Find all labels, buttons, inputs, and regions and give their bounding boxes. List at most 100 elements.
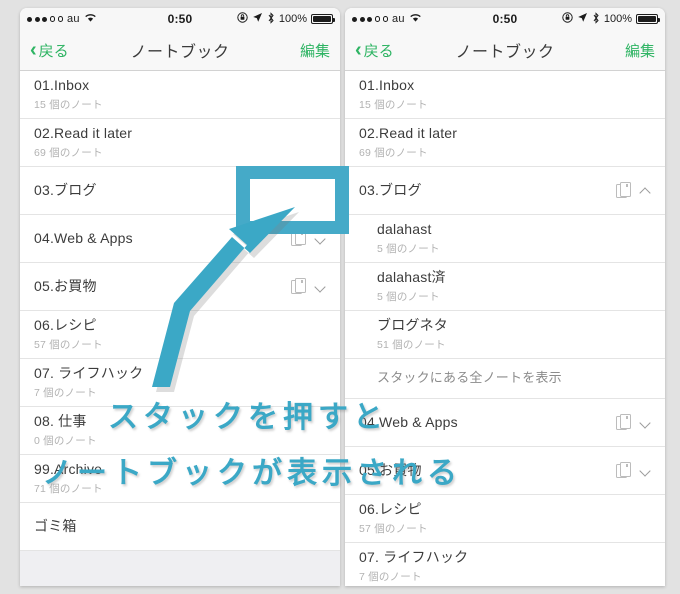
chevron-down-icon[interactable]	[640, 465, 651, 476]
notebook-list-left[interactable]: 01.Inbox 15 個のノート 02.Read it later 69 個のノート…	[20, 71, 340, 586]
list-item-subtitle: 15 個のノート	[359, 99, 428, 112]
bluetooth-icon	[267, 11, 275, 27]
chevron-up-icon[interactable]	[640, 185, 651, 196]
chevron-down-icon[interactable]	[315, 185, 326, 196]
trash-row[interactable]: ゴミ箱	[20, 503, 340, 551]
chevron-down-icon[interactable]	[315, 281, 326, 292]
list-item-title: 07. ライフハック	[359, 548, 469, 565]
list-item-subtitle: 5 個のノート	[377, 291, 440, 304]
notebook-row[interactable]: 08. 仕事 0 個のノート	[20, 407, 340, 455]
list-item-texts: 06.レシピ 57 個のノート	[359, 501, 651, 537]
stacked-pages-icon	[616, 414, 631, 431]
list-item-subtitle: 69 個のノート	[359, 147, 428, 160]
stack-row[interactable]: 05.お買物	[20, 263, 340, 311]
list-item-texts: 01.Inbox 15 個のノート	[359, 77, 651, 113]
list-item-title: dalahast済	[377, 268, 446, 285]
stack-toggle[interactable]	[283, 278, 326, 295]
edit-button[interactable]: 編集	[300, 40, 330, 61]
list-item-texts: ブログネタ 51 個のノート	[377, 317, 651, 353]
chevron-left-icon: ‹	[30, 39, 37, 61]
list-item-title: スタックにある全ノートを表示	[377, 370, 562, 386]
wifi-icon	[84, 12, 97, 26]
list-item-texts: 02.Read it later 69 個のノート	[34, 125, 326, 161]
list-item-texts: 99.Archive 71 個のノート	[34, 461, 326, 497]
list-item-texts: 04.Web & Apps	[359, 414, 608, 432]
list-item-title: 06.レシピ	[34, 316, 97, 333]
list-item-texts: 08. 仕事 0 個のノート	[34, 413, 326, 449]
stack-child-row[interactable]: dalahast済 5 個のノート	[345, 263, 665, 311]
battery-percent-label: 100%	[603, 13, 632, 25]
status-bar-right-group: 100%	[237, 11, 335, 27]
stacked-pages-icon	[291, 278, 306, 295]
screenshot-stage: au 0:50 100% ‹ 戻る ノートブック 編集 01.Inbox 15 …	[0, 0, 680, 594]
notebook-row[interactable]: 02.Read it later 69 個のノート	[20, 119, 340, 167]
list-item-title: 03.ブログ	[359, 181, 422, 198]
navigation-bar-right: ‹ 戻る ノートブック 編集	[345, 30, 665, 71]
chevron-down-icon[interactable]	[315, 233, 326, 244]
carrier-label: au	[67, 13, 80, 25]
list-item-title: 05.お買物	[34, 277, 97, 294]
stack-toggle[interactable]	[608, 182, 651, 199]
list-item-texts: dalahast済 5 個のノート	[377, 269, 651, 305]
signal-strength-icon	[352, 16, 388, 22]
list-item-texts: 04.Web & Apps	[34, 230, 283, 248]
list-item-title: dalahast	[377, 220, 432, 237]
list-footer-spacer	[20, 551, 340, 586]
back-button[interactable]: ‹ 戻る	[355, 40, 394, 61]
back-button[interactable]: ‹ 戻る	[30, 40, 69, 61]
notebook-row[interactable]: 07. ライフハック 7 個のノート	[20, 359, 340, 407]
stack-toggle[interactable]	[283, 230, 326, 247]
notebook-row[interactable]: 06.レシピ 57 個のノート	[345, 495, 665, 543]
list-item-subtitle: 5 個のノート	[377, 243, 440, 256]
stack-toggle[interactable]	[608, 462, 651, 479]
list-item-title: ゴミ箱	[34, 517, 77, 534]
stacked-pages-icon	[616, 182, 631, 199]
stack-row[interactable]: 04.Web & Apps	[20, 215, 340, 263]
phone-screenshot-left: au 0:50 100% ‹ 戻る ノートブック 編集 01.Inbox 15 …	[20, 8, 340, 586]
status-bar-left: au 0:50 100%	[20, 8, 340, 30]
chevron-down-icon[interactable]	[640, 417, 651, 428]
phone-screenshot-right: au 0:50 100% ‹ 戻る ノートブック 編集 01.Inbox 15 …	[345, 8, 665, 586]
status-bar-left-group: au	[27, 12, 97, 26]
chevron-left-icon: ‹	[355, 39, 362, 61]
list-item-texts: スタックにある全ノートを表示	[377, 370, 651, 386]
show-all-notes-row[interactable]: スタックにある全ノートを表示	[345, 359, 665, 399]
stack-toggle[interactable]	[608, 414, 651, 431]
list-item-subtitle: 0 個のノート	[34, 435, 97, 448]
notebook-row[interactable]: 07. ライフハック 7 個のノート	[345, 543, 665, 586]
stack-row[interactable]: 03.ブログ	[20, 167, 340, 215]
stack-row[interactable]: 03.ブログ	[345, 167, 665, 215]
carrier-label: au	[392, 13, 405, 25]
list-item-texts: 02.Read it later 69 個のノート	[359, 125, 651, 161]
edit-button[interactable]: 編集	[625, 40, 655, 61]
stack-row[interactable]: 04.Web & Apps	[345, 399, 665, 447]
stack-toggle[interactable]	[283, 182, 326, 199]
list-item-texts: 03.ブログ	[34, 182, 283, 200]
navigation-bar-left: ‹ 戻る ノートブック 編集	[20, 30, 340, 71]
stack-child-row[interactable]: dalahast 5 個のノート	[345, 215, 665, 263]
list-item-title: 04.Web & Apps	[34, 229, 133, 246]
stacked-pages-icon	[291, 182, 306, 199]
list-item-subtitle: 51 個のノート	[377, 339, 446, 352]
list-item-title: 03.ブログ	[34, 181, 97, 198]
notebook-row[interactable]: 06.レシピ 57 個のノート	[20, 311, 340, 359]
notebook-row[interactable]: 01.Inbox 15 個のノート	[20, 71, 340, 119]
notebook-row[interactable]: 02.Read it later 69 個のノート	[345, 119, 665, 167]
list-item-subtitle: 7 個のノート	[359, 571, 422, 584]
list-item-texts: 07. ライフハック 7 個のノート	[359, 549, 651, 585]
list-item-subtitle: 15 個のノート	[34, 99, 103, 112]
list-item-title: 01.Inbox	[359, 76, 415, 93]
list-item-texts: 05.お買物	[34, 278, 283, 296]
list-item-texts: dalahast 5 個のノート	[377, 221, 651, 257]
stack-row[interactable]: 05.お買物	[345, 447, 665, 495]
notebook-list-right[interactable]: 01.Inbox 15 個のノート 02.Read it later 69 個のノート…	[345, 71, 665, 586]
list-item-subtitle: 57 個のノート	[34, 339, 103, 352]
stack-child-row[interactable]: ブログネタ 51 個のノート	[345, 311, 665, 359]
stacked-pages-icon	[616, 462, 631, 479]
notebook-row[interactable]: 99.Archive 71 個のノート	[20, 455, 340, 503]
list-item-texts: 07. ライフハック 7 個のノート	[34, 365, 326, 401]
notebook-row[interactable]: 01.Inbox 15 個のノート	[345, 71, 665, 119]
list-item-texts: 03.ブログ	[359, 182, 608, 200]
rotation-lock-icon	[562, 12, 573, 26]
list-item-texts: 01.Inbox 15 個のノート	[34, 77, 326, 113]
